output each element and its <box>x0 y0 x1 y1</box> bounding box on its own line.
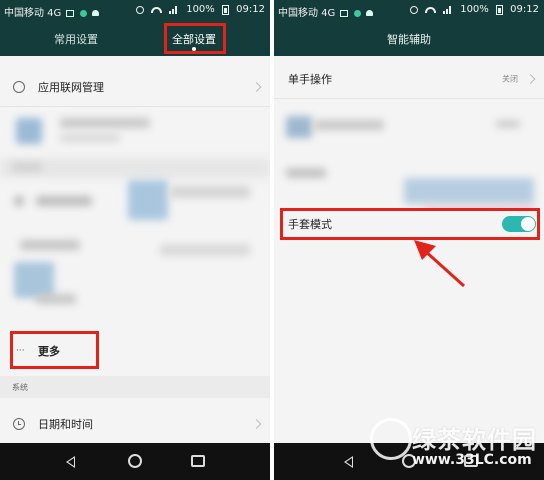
section-header-system: 系统 <box>0 376 270 398</box>
screenshot-icon <box>66 9 75 17</box>
status-bar: 中国移动 4G 100% 09:12 <box>0 0 270 20</box>
chevron-right-icon <box>525 74 536 84</box>
wifi-icon <box>424 6 436 13</box>
row-glove-mode[interactable]: 手套模式 <box>274 210 544 238</box>
recent-apps-icon[interactable] <box>191 455 205 467</box>
back-icon[interactable] <box>344 456 353 468</box>
row-label: 更多 <box>38 345 60 358</box>
red-arrow <box>414 240 466 288</box>
navigation-bar <box>0 443 270 480</box>
network-icon <box>13 81 25 93</box>
row-one-hand-operation[interactable]: 单手操作 关闭 <box>274 60 544 98</box>
battery-percent: 100% <box>186 4 215 15</box>
home-icon[interactable] <box>128 454 142 468</box>
android-icon <box>91 10 99 16</box>
settings-tab-bar: 常用设置 全部设置 <box>0 20 270 56</box>
screenshot-icon <box>340 9 349 17</box>
row-more[interactable]: ··· 更多 <box>0 330 270 372</box>
carrier-label: 中国移动 4G <box>4 8 62 19</box>
page-title: 智能辅助 <box>387 33 431 46</box>
notification-dot-icon <box>79 9 87 17</box>
wifi-icon <box>150 6 162 13</box>
row-label: 日期和时间 <box>38 418 93 431</box>
glove-mode-toggle[interactable] <box>502 216 536 232</box>
row-app-network-management[interactable]: 应用联网管理 <box>0 68 270 106</box>
row-label: 手套模式 <box>288 218 332 231</box>
smart-assist-screen-right: 中国移动 4G 100% 09:12 智能辅助 单手操作 关闭 手套模式 <box>274 0 544 480</box>
battery-icon <box>221 4 229 15</box>
back-icon[interactable] <box>66 456 75 468</box>
status-time: 09:12 <box>510 4 539 15</box>
clock-icon <box>13 418 25 430</box>
title-bar: 智能辅助 <box>274 20 544 56</box>
row-label: 单手操作 <box>288 73 332 86</box>
chevron-right-icon <box>251 82 262 92</box>
notification-dot-icon <box>353 9 361 17</box>
settings-screen-left: 中国移动 4G 100% 09:12 常用设置 全部设置 应用联网管理 ··· … <box>0 0 270 480</box>
signal-icon <box>169 5 179 14</box>
watermark-url: www.33LC.com <box>412 452 532 468</box>
android-icon <box>365 10 373 16</box>
row-date-and-time[interactable]: 日期和时间 <box>0 404 270 444</box>
more-dots-icon: ··· <box>16 346 25 356</box>
alarm-icon <box>409 5 418 14</box>
tab-all-settings[interactable]: 全部设置 <box>172 31 216 51</box>
watermark-logo: 绿茶软件园 www.33LC.com <box>370 418 540 478</box>
divider <box>274 98 544 99</box>
battery-icon <box>495 4 503 15</box>
tea-leaf-logo-icon <box>370 418 412 460</box>
row-label: 应用联网管理 <box>38 81 104 94</box>
status-bar: 中国移动 4G 100% 09:12 <box>274 0 544 20</box>
divider <box>0 106 270 107</box>
battery-percent: 100% <box>460 4 489 15</box>
alarm-icon <box>135 5 144 14</box>
status-time: 09:12 <box>236 4 265 15</box>
signal-icon <box>443 5 453 14</box>
carrier-label: 中国移动 4G <box>278 8 336 19</box>
chevron-right-icon <box>251 419 262 429</box>
watermark-title: 绿茶软件园 <box>412 426 537 454</box>
arrow-shaft <box>422 248 466 288</box>
tab-common-settings[interactable]: 常用设置 <box>54 31 98 47</box>
toggle-knob <box>521 217 535 231</box>
row-value: 关闭 <box>502 74 518 84</box>
